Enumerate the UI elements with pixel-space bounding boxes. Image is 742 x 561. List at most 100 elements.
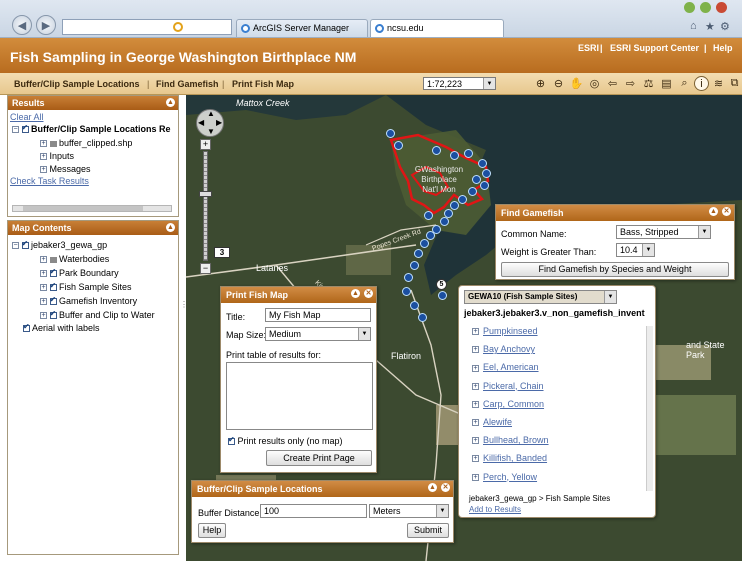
sample-site-marker[interactable] — [482, 169, 491, 178]
sample-site-marker[interactable] — [464, 149, 473, 158]
expand-icon[interactable]: + — [472, 328, 479, 336]
home-icon[interactable]: ⌂ — [690, 20, 697, 32]
selected-site-marker[interactable]: 5 — [436, 279, 447, 290]
pan-icon[interactable]: ✋ — [569, 76, 584, 91]
help-button[interactable]: Help — [198, 523, 226, 538]
results-only-checkbox[interactable] — [228, 435, 235, 446]
result-messages-row[interactable]: + Messages — [40, 164, 91, 174]
expand-icon[interactable]: + — [472, 437, 479, 445]
sample-site-marker[interactable] — [450, 151, 459, 160]
expand-icon[interactable]: + — [40, 298, 47, 306]
esri-link[interactable]: ESRI — [578, 43, 599, 53]
expand-icon[interactable]: + — [472, 455, 479, 463]
esri-support-link[interactable]: ESRI Support Center — [610, 43, 699, 53]
zoom-out-icon[interactable]: ⊖ — [551, 76, 566, 91]
fish-name[interactable]: Bay Anchovy — [483, 344, 535, 354]
collapse-icon[interactable]: ▲ — [166, 98, 175, 107]
pan-left-icon[interactable]: ◀ — [198, 118, 204, 127]
sample-site-marker[interactable] — [414, 249, 423, 258]
address-bar[interactable] — [62, 19, 232, 35]
buffer-clip-link[interactable]: Buffer/Clip Sample Locations — [14, 79, 140, 89]
list-item[interactable]: + Bay Anchovy — [472, 344, 652, 362]
expand-icon[interactable]: + — [40, 166, 47, 174]
basemap-row[interactable]: Aerial with labels — [23, 322, 100, 333]
sample-site-marker[interactable] — [468, 187, 477, 196]
close-icon[interactable]: ✕ — [722, 207, 731, 216]
results-list-box[interactable] — [226, 362, 373, 430]
fish-name[interactable]: Perch, Yellow — [483, 472, 537, 482]
horizontal-scrollbar[interactable] — [12, 205, 172, 212]
zoom-in-button[interactable]: + — [200, 139, 211, 150]
list-item[interactable]: + Eel, American — [472, 362, 652, 380]
map-size-select[interactable]: Medium ▼ — [265, 327, 371, 341]
zoom-slider-thumb[interactable] — [199, 191, 212, 197]
list-item[interactable]: + Pumpkinseed — [472, 326, 652, 344]
fish-name[interactable]: Carp, Common — [483, 399, 544, 409]
layer-row[interactable]: + Gamefish Inventory — [40, 295, 137, 306]
zoom-slider[interactable] — [203, 151, 208, 261]
sample-site-marker[interactable] — [480, 181, 489, 190]
list-item[interactable]: + Killifish, Banded — [472, 453, 652, 471]
sample-site-marker[interactable] — [438, 291, 447, 300]
result-file-row[interactable]: + buffer_clipped.shp — [40, 138, 132, 148]
expand-icon[interactable]: + — [472, 382, 479, 390]
layer-row[interactable]: + Buffer and Clip to Water — [40, 309, 155, 320]
overview-icon[interactable]: ⧉ — [727, 76, 742, 91]
scrollbar-thumb[interactable] — [23, 206, 143, 211]
layer-checkbox[interactable] — [49, 295, 57, 306]
help-link[interactable]: Help — [713, 43, 733, 53]
pan-up-icon[interactable]: ▲ — [207, 109, 215, 118]
expand-icon[interactable]: + — [40, 284, 47, 292]
expand-icon[interactable]: + — [40, 153, 47, 161]
measure-icon[interactable]: ⚖ — [641, 76, 656, 91]
layer-row[interactable]: + Park Boundary — [40, 267, 119, 278]
buffer-distance-input[interactable]: 100 — [260, 504, 367, 518]
close-icon[interactable]: ✕ — [441, 483, 450, 492]
expand-icon[interactable]: + — [472, 364, 479, 372]
find-gamefish-button[interactable]: Find Gamefish by Species and Weight — [501, 262, 729, 277]
zoom-in-icon[interactable]: ⊕ — [533, 76, 548, 91]
collapse-icon[interactable]: ▲ — [166, 223, 175, 232]
list-item[interactable]: + Pickeral, Chain — [472, 381, 652, 399]
sample-site-marker[interactable] — [440, 217, 449, 226]
expand-icon[interactable]: + — [472, 346, 479, 354]
expand-icon[interactable]: + — [40, 312, 47, 320]
close-icon[interactable] — [716, 2, 727, 13]
identify-icon[interactable]: i — [694, 76, 709, 91]
result-task-row[interactable]: − Buffer/Clip Sample Locations Re — [12, 123, 171, 134]
sample-site-marker[interactable] — [420, 239, 429, 248]
fish-name[interactable]: Pickeral, Chain — [483, 381, 544, 391]
sample-site-marker[interactable] — [424, 211, 433, 220]
print-fish-map-link[interactable]: Print Fish Map — [232, 79, 294, 89]
forward-icon[interactable]: ▶ — [36, 15, 56, 35]
check-task-results-link[interactable]: Check Task Results — [10, 176, 89, 186]
pan-control[interactable]: ▲ ▼ ◀ ▶ — [196, 109, 224, 137]
scale-select[interactable]: 1:72,223 ▼ — [423, 77, 496, 90]
list-item[interactable]: + Carp, Common — [472, 399, 652, 417]
clear-all-link[interactable]: Clear All — [10, 112, 44, 122]
back-icon[interactable]: ◀ — [12, 15, 32, 35]
weight-select[interactable]: 10.4 ▼ — [616, 243, 655, 257]
layer-row[interactable]: + Waterbodies — [40, 254, 109, 264]
expand-icon[interactable]: + — [472, 473, 479, 481]
layer-select[interactable]: GEWA10 (Fish Sample Sites) ▼ — [464, 290, 617, 304]
close-icon[interactable]: ✕ — [364, 289, 373, 298]
forward-extent-icon[interactable]: ⇨ — [623, 76, 638, 91]
splitter-handle[interactable]: ⋮ — [180, 300, 188, 320]
print-icon[interactable]: ▤ — [659, 76, 674, 91]
vertical-scrollbar[interactable] — [646, 326, 653, 491]
tab-arcgis[interactable]: ArcGIS Server Manager — [236, 19, 368, 37]
fish-name[interactable]: Pumpkinseed — [483, 326, 538, 336]
common-name-select[interactable]: Bass, Stripped ▼ — [616, 225, 711, 239]
fish-name[interactable]: Alewife — [483, 417, 512, 427]
sample-site-marker[interactable] — [394, 141, 403, 150]
collapse-icon[interactable]: ▲ — [351, 289, 360, 298]
sample-site-marker[interactable] — [418, 313, 427, 322]
result-inputs-row[interactable]: + Inputs — [40, 151, 74, 161]
sample-site-marker[interactable] — [410, 301, 419, 310]
map-title-input[interactable]: My Fish Map — [265, 308, 371, 322]
collapse-icon[interactable]: ▲ — [428, 483, 437, 492]
sample-site-marker[interactable] — [432, 146, 441, 155]
list-item[interactable]: + Bullhead, Brown — [472, 435, 652, 453]
collapse-icon[interactable]: − — [12, 126, 19, 134]
